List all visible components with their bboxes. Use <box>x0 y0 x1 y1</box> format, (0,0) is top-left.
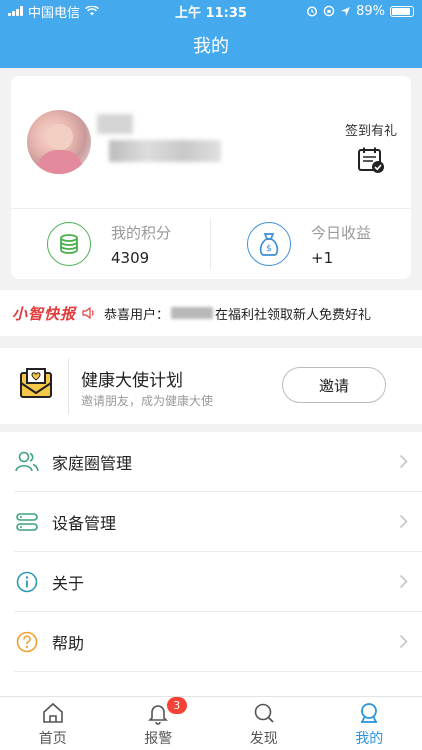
menu-item-device[interactable]: 设备管理 <box>0 492 422 552</box>
calendar-check-icon <box>357 147 384 173</box>
settings-menu: 家庭圈管理 设备管理 关于 帮助 <box>0 432 422 696</box>
news-user-masked <box>171 307 214 319</box>
menu-item-about[interactable]: 关于 <box>0 552 422 612</box>
card-divider <box>11 208 411 209</box>
envelope-heart-icon <box>20 368 52 398</box>
tab-label-home: 首页 <box>38 731 67 747</box>
points-stat[interactable]: 我的积分 4309 <box>47 218 171 270</box>
menu-item-help[interactable]: 帮助 <box>0 612 422 672</box>
chevron-right-icon <box>399 634 408 649</box>
income-label: 今日收益 <box>311 223 372 242</box>
battery-percent: 89% <box>356 3 385 19</box>
menu-label-about: 关于 <box>52 574 85 593</box>
tab-home[interactable]: 首页 <box>0 697 106 750</box>
orientation-lock-icon <box>323 5 335 17</box>
invite-title: 健康大使计划 <box>81 371 183 391</box>
menu-item-family[interactable]: 家庭圈管理 <box>0 432 422 492</box>
alarm-icon <box>307 6 318 17</box>
income-value: +1 <box>311 248 334 267</box>
profile-icon <box>361 703 378 723</box>
username-masked <box>97 114 133 134</box>
tab-alarm[interactable]: 报警 3 <box>106 697 212 750</box>
search-icon <box>254 703 274 723</box>
family-icon <box>14 449 40 475</box>
svg-text:$: $ <box>266 244 272 254</box>
profile-card: 签到有礼 我的积分 4309 $ 今日收益 +1 <box>11 76 411 279</box>
tab-mine[interactable]: 我的 <box>317 697 422 750</box>
help-icon <box>14 629 40 655</box>
checkin-label: 签到有礼 <box>344 124 397 139</box>
news-brand: 小智快报 <box>12 304 77 323</box>
menu-label-help: 帮助 <box>52 634 85 653</box>
device-icon <box>14 509 40 535</box>
stats-divider <box>210 218 211 270</box>
news-prefix: 恭喜用户： <box>104 307 170 323</box>
menu-label-device: 设备管理 <box>52 514 117 533</box>
tab-bar: 首页 报警 3 发现 我的 <box>0 696 422 750</box>
user-id-masked <box>109 140 221 162</box>
speaker-icon <box>82 307 96 319</box>
points-value: 4309 <box>111 248 150 267</box>
chevron-right-icon <box>399 454 408 469</box>
news-message: 在福利社领取新人免费好礼 <box>215 307 372 323</box>
invite-divider <box>68 358 69 414</box>
coins-icon <box>47 222 91 266</box>
carrier-label: 中国电信 <box>28 5 81 21</box>
tab-label-discover: 发现 <box>249 731 278 747</box>
signal-icon <box>8 6 23 16</box>
news-ticker[interactable]: 小智快报 恭喜用户： 在福利社领取新人免费好礼 <box>0 290 422 336</box>
invite-button[interactable]: 邀请 <box>282 367 386 403</box>
location-icon <box>341 6 351 16</box>
avatar[interactable] <box>27 110 91 174</box>
info-icon <box>14 569 40 595</box>
status-bar: 中国电信 上午 11:35 89% <box>0 0 422 22</box>
money-bag-icon: $ <box>247 222 291 266</box>
points-label: 我的积分 <box>111 223 172 242</box>
status-time: 上午 11:35 <box>175 5 247 21</box>
tab-label-alarm: 报警 <box>144 731 173 747</box>
page-title: 我的 <box>193 36 229 57</box>
chevron-right-icon <box>399 574 408 589</box>
health-ambassador-section: 健康大使计划 邀请朋友，成为健康大使 邀请 <box>0 348 422 424</box>
tab-discover[interactable]: 发现 <box>211 697 317 750</box>
home-icon <box>42 702 63 723</box>
menu-label-family: 家庭圈管理 <box>52 454 133 473</box>
alarm-count-badge: 3 <box>166 697 187 714</box>
battery-icon <box>390 5 414 17</box>
invite-subtitle: 邀请朋友，成为健康大使 <box>81 394 214 408</box>
chevron-right-icon <box>399 514 408 529</box>
nav-bar: 我的 <box>0 22 422 68</box>
wifi-icon <box>85 6 99 16</box>
checkin-button[interactable]: 签到有礼 <box>345 120 397 174</box>
income-stat[interactable]: $ 今日收益 +1 <box>247 218 371 270</box>
tab-label-mine: 我的 <box>355 731 384 747</box>
